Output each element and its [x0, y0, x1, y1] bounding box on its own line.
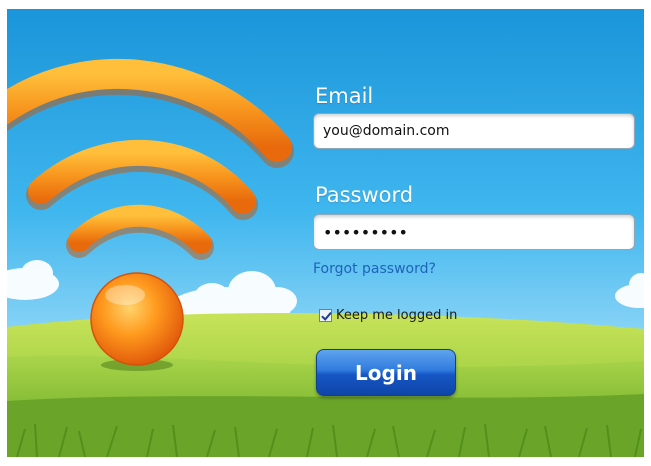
password-field[interactable] — [313, 214, 635, 250]
email-label: Email — [315, 84, 374, 108]
login-button[interactable]: Login — [316, 349, 456, 396]
email-field[interactable] — [313, 113, 635, 149]
login-scene: Email Password Forgot password? Keep me … — [7, 9, 644, 457]
password-label: Password — [315, 183, 414, 207]
keep-logged-in-checkbox[interactable] — [319, 309, 332, 322]
checkmark-icon — [321, 312, 332, 321]
keep-logged-in-label: Keep me logged in — [336, 308, 458, 323]
forgot-password-link[interactable]: Forgot password? — [313, 261, 436, 277]
keep-logged-in-row[interactable]: Keep me logged in — [319, 308, 457, 323]
